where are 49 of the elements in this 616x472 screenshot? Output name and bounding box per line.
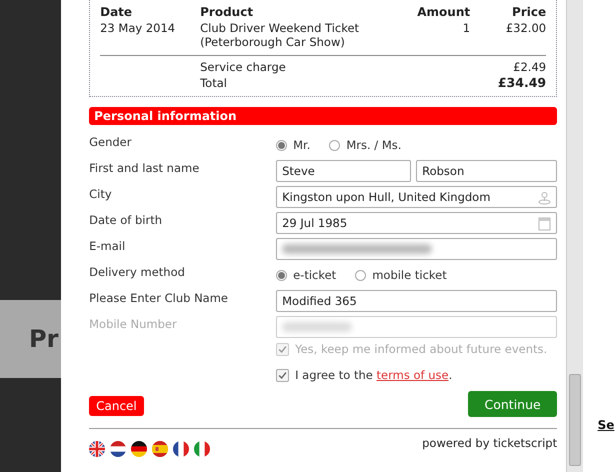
table-cell-text: Total (200, 75, 228, 90)
italy-flag-icon[interactable] (194, 441, 210, 457)
section-header: Personal information (89, 107, 558, 125)
table-cell-text: 23 May 2014 (100, 21, 176, 37)
field-label: Date of birth (89, 212, 164, 229)
table-cell-text: £32.00 (504, 21, 546, 37)
input-field[interactable]: Modified 365 (276, 290, 558, 312)
input-field[interactable]: Steve (276, 160, 412, 182)
page-heading: Pr (29, 325, 58, 353)
table-cell-text: Service charge (200, 60, 287, 74)
checkbox-label: Yes, keep me informed about future events. (295, 342, 548, 356)
uk-flag-icon[interactable] (89, 441, 106, 457)
table-cell-text: Club Driver Weekend Ticket (Peterborough Car Show) (200, 21, 360, 49)
field-label: Gender (89, 134, 132, 151)
field-label: Mobile Number (89, 316, 178, 333)
column-header: Date (100, 5, 134, 21)
table-cell-text: 1 (462, 21, 470, 37)
location-pin-icon (538, 190, 552, 204)
continue-button[interactable]: Continue (468, 391, 558, 417)
france-flag-icon[interactable] (173, 441, 190, 457)
input-field[interactable]: Robson (416, 160, 558, 182)
input-field[interactable]: 29 Jul 1985 (276, 212, 558, 234)
field-label: First and last name (89, 160, 200, 177)
scrollbar[interactable] (566, 0, 583, 472)
checkbox-label: I agree to the terms of use. (295, 368, 452, 382)
radio-option[interactable]: Mr. (276, 138, 310, 152)
checkbox[interactable] (276, 368, 290, 382)
netherlands-flag-icon[interactable] (110, 441, 126, 457)
input-field[interactable] (276, 238, 558, 260)
spain-flag-icon[interactable] (152, 441, 168, 457)
field-label: Delivery method (89, 264, 186, 281)
field-label: E-mail (89, 238, 126, 255)
radio-option[interactable]: e-ticket (276, 268, 336, 282)
column-header: Amount (416, 5, 470, 21)
terms-link[interactable]: terms of use (376, 368, 449, 382)
input-field[interactable]: Kingston upon Hull, United Kingdom (276, 186, 558, 208)
column-header: Price (511, 5, 546, 21)
calendar-icon (538, 216, 552, 230)
table-cell-text: £2.49 (512, 60, 546, 74)
field-label: City (89, 186, 113, 203)
powered-by-text: powered by ticketscript (422, 436, 558, 450)
table-cell-text: £34.49 (496, 74, 546, 90)
cancel-button[interactable]: Cancel (89, 396, 144, 416)
page-link[interactable]: Se (598, 418, 616, 432)
field-label: Please Enter Club Name (89, 290, 230, 307)
germany-flag-icon[interactable] (131, 441, 148, 457)
radio-option[interactable]: Mrs. / Ms. (329, 138, 402, 152)
column-header: Product (200, 5, 254, 21)
radio-option[interactable]: mobile ticket (355, 268, 447, 282)
